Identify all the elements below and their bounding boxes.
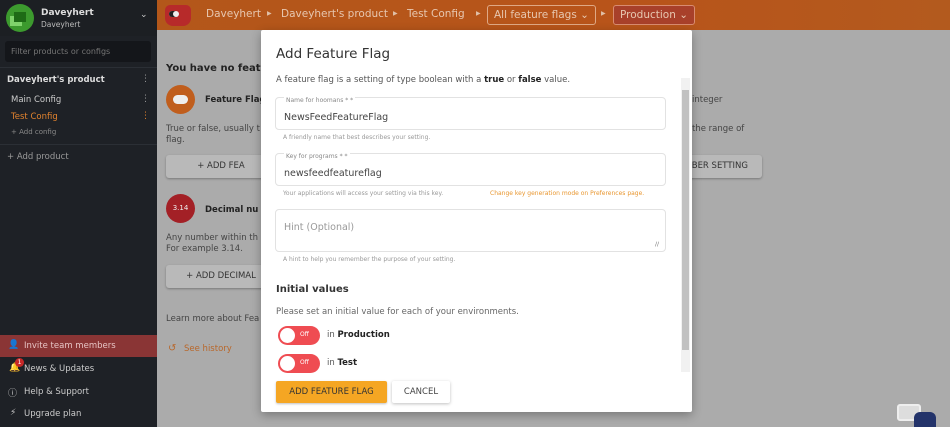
production-toggle[interactable]: Off [278, 326, 320, 345]
hint-textarea[interactable]: Hint (Optional) ∕∕ [275, 209, 666, 252]
invite-label: Invite team members [24, 341, 116, 351]
add-feature-flag-card-button[interactable]: + ADD FEA [166, 155, 276, 178]
initial-values-desc: Please set an initial value for each of … [276, 307, 519, 317]
logo[interactable] [165, 5, 191, 26]
sidebar-item-main-config[interactable]: Main Config [11, 95, 61, 105]
decimal-icon: 3.14 [166, 194, 195, 223]
empty-title: You have no featu [166, 63, 268, 74]
more-icon[interactable]: ⋮ [141, 94, 150, 104]
add-feature-flag-dialog: Add Feature Flag A feature flag is a set… [261, 30, 692, 412]
sidebar: DaveyhertDaveyhert ⌄ Daveyhert's product… [0, 0, 157, 427]
avatar [6, 4, 34, 32]
add-feature-flag-button[interactable]: ADD FEATURE FLAG [276, 381, 387, 403]
add-decimal-button[interactable]: + ADD DECIMAL [166, 265, 276, 288]
product-name[interactable]: Daveyhert's product [7, 75, 105, 85]
account-name: Daveyhert [41, 7, 94, 18]
feature-flag-desc: flag. [166, 135, 185, 145]
add-config-link[interactable]: + Add config [11, 128, 56, 136]
cancel-button[interactable]: CANCEL [392, 381, 450, 403]
news-updates-link[interactable]: News & Updates [24, 364, 94, 374]
resize-handle-icon[interactable]: ∕∕ [655, 241, 659, 248]
chevron-right-icon: ▶ [267, 10, 272, 17]
feature-flag-desc: True or false, usually t [166, 124, 260, 134]
integer-desc: the range of [692, 124, 745, 134]
chevron-down-icon[interactable]: ⌄ [140, 10, 148, 20]
environment-dropdown[interactable]: Production ⌄ [613, 5, 696, 25]
account-switcher[interactable]: Daveyhert Daveyhert ⌄ [0, 0, 157, 36]
test-toggle[interactable]: Off [278, 354, 320, 373]
chevron-right-icon: ▶ [393, 10, 398, 17]
decimal-title: Decimal nu [205, 205, 259, 215]
key-help: Your applications will access your setti… [283, 190, 444, 197]
hint-help: A hint to help you remember the purpose … [283, 256, 456, 263]
env-label-test: in Test [327, 358, 358, 368]
invite-team-button[interactable]: 👤 Invite team members [0, 335, 157, 357]
account-sub: Daveyhert [41, 19, 81, 29]
preferences-link[interactable]: Change key generation mode on Preference… [490, 190, 644, 197]
mascot-icon[interactable] [914, 412, 936, 427]
breadcrumb-org[interactable]: Daveyhert [206, 8, 261, 20]
history-icon: ↺ [168, 343, 177, 354]
add-product-link[interactable]: + Add product [7, 152, 69, 162]
decimal-desc: Any number within th [166, 233, 259, 243]
dialog-intro: A feature flag is a setting of type bool… [276, 75, 571, 85]
add-user-icon: 👤 [8, 340, 20, 350]
initial-values-title: Initial values [276, 284, 349, 295]
name-field[interactable]: Name for hoomans * * NewsFeedFeatureFlag [275, 97, 666, 130]
sidebar-item-test-config[interactable]: Test Config [11, 112, 58, 122]
more-icon[interactable]: ⋮ [141, 111, 150, 121]
breadcrumb-product[interactable]: Daveyhert's product [281, 8, 388, 20]
filter-input[interactable] [5, 41, 151, 62]
feature-filter-dropdown[interactable]: All feature flags ⌄ [487, 5, 596, 25]
feature-flag-title: Feature Flag [205, 95, 266, 105]
lightning-icon: ⚡ [10, 408, 17, 418]
help-icon: ⓘ [8, 389, 18, 399]
upgrade-plan-link[interactable]: Upgrade plan [24, 409, 81, 419]
env-label-production: in Production [327, 330, 390, 340]
feature-flag-icon [166, 85, 195, 114]
key-field[interactable]: Key for programs * * newsfeedfeatureflag [275, 153, 666, 186]
integer-title: integer [692, 95, 723, 105]
chevron-right-icon: ▶ [476, 10, 481, 17]
learn-more-text: Learn more about Fea [166, 314, 260, 324]
dialog-title: Add Feature Flag [276, 46, 391, 62]
more-icon[interactable]: ⋮ [141, 74, 150, 84]
decimal-desc: For example 3.14. [166, 244, 243, 254]
chevron-right-icon: ▶ [601, 10, 606, 17]
name-help: A friendly name that best describes your… [283, 134, 431, 141]
see-history-link[interactable]: See history [184, 344, 232, 354]
news-badge: 1 [15, 358, 24, 367]
dialog-scrollbar[interactable] [681, 78, 690, 372]
help-support-link[interactable]: Help & Support [24, 387, 89, 397]
breadcrumb-config[interactable]: Test Config [407, 8, 465, 20]
